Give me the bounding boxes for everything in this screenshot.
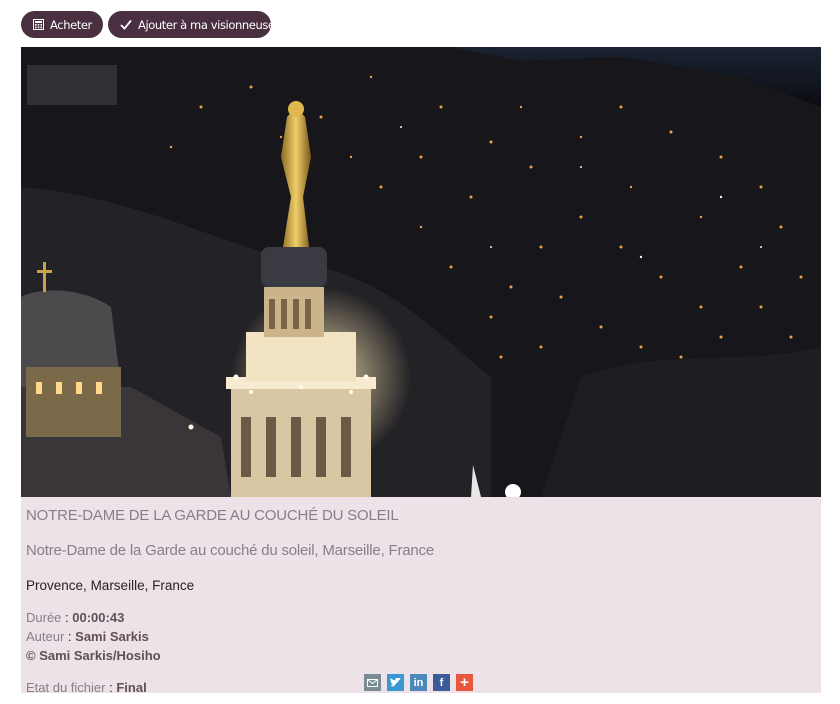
tag-france[interactable]: France [152,578,194,593]
tag-marseille[interactable]: Marseille [91,578,145,593]
add-to-viewer-label: Ajouter à ma visionneuse [138,17,275,32]
plus-icon[interactable]: + [456,674,473,691]
duration-row: Durée : 00:00:43 [26,610,124,625]
tag-separator: , [83,578,91,593]
tag-separator: , [144,578,153,593]
buy-button[interactable]: Acheter [21,11,103,38]
file-state-label: Etat du fichier [26,680,106,693]
duration-colon: : [61,610,73,625]
file-state-colon: : [105,680,117,693]
author-value: Sami Sarkis [75,629,149,644]
duration-label: Durée [26,610,62,625]
file-state-value: Final [116,680,147,693]
media-info-panel: NOTRE-DAME DE LA GARDE AU COUCHÉ DU SOLE… [21,497,821,693]
buy-button-label: Acheter [50,17,92,32]
media-description: Notre-Dame de la Garde au couché du sole… [26,542,434,559]
author-colon: : [64,629,76,644]
linkedin-icon[interactable]: in [410,674,427,691]
copyright: © Sami Sarkis/Hosiho [26,648,161,663]
author-row: Auteur : Sami Sarkis [26,629,149,644]
email-icon[interactable] [364,674,381,691]
media-title: NOTRE-DAME DE LA GARDE AU COUCHÉ DU SOLE… [26,507,399,524]
file-state-row: Etat du fichier : Final [26,680,147,693]
twitter-icon[interactable] [387,674,404,691]
action-toolbar: Acheter Ajouter à ma visionneuse [21,11,275,39]
calculator-icon [33,19,44,30]
share-bar: in f + [364,674,473,691]
add-to-viewer-button[interactable]: Ajouter à ma visionneuse [108,11,275,38]
check-icon [120,19,132,30]
author-label: Auteur [26,629,65,644]
media-tags: Provence, Marseille, France [26,578,194,593]
tag-provence[interactable]: Provence [26,578,83,593]
facebook-icon[interactable]: f [433,674,450,691]
video-thumbnail[interactable] [21,47,821,497]
duration-value: 00:00:43 [72,610,125,625]
